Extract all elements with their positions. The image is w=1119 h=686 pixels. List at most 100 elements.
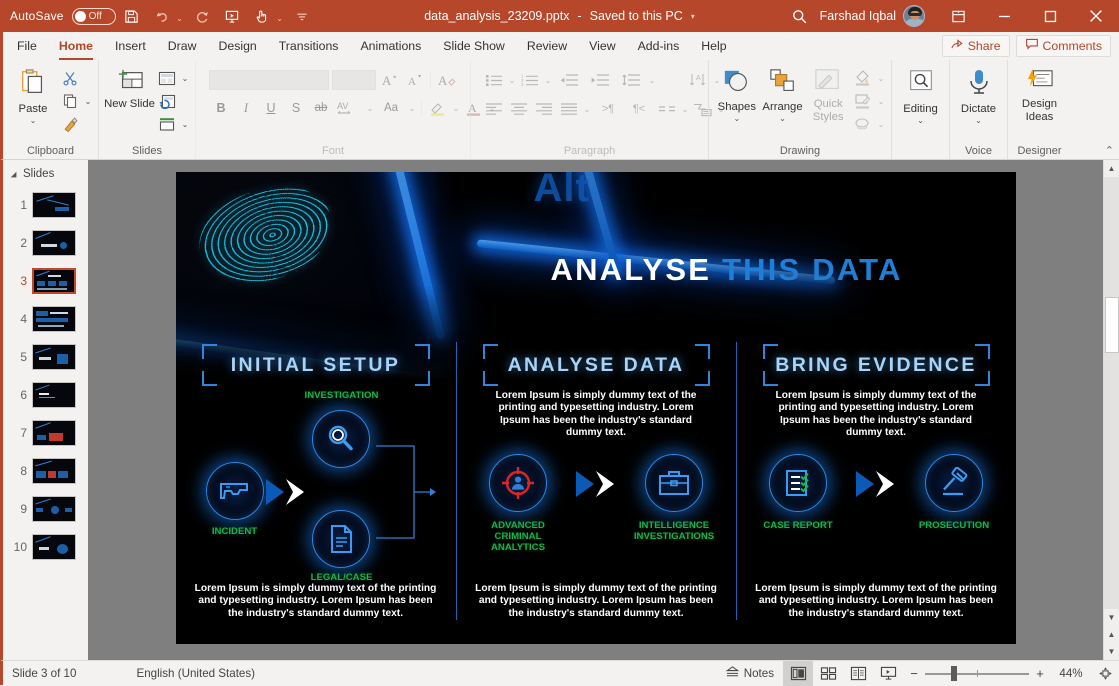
text-direction-rtl-icon[interactable]: >¶ xyxy=(593,98,623,120)
tab-draw[interactable]: Draw xyxy=(157,32,208,60)
text-highlight-caret-icon[interactable]: ⌄ xyxy=(451,104,461,113)
columns-caret-icon[interactable]: ⌄ xyxy=(680,105,690,114)
minimize-icon[interactable] xyxy=(981,0,1027,32)
line-spacing-caret-icon[interactable]: ⌄ xyxy=(647,76,657,85)
avatar[interactable] xyxy=(903,5,925,27)
share-button[interactable]: Share xyxy=(942,35,1010,57)
thumbnail-preview[interactable] xyxy=(32,420,76,446)
thumbnail-preview[interactable] xyxy=(32,268,76,294)
bullets-caret-icon[interactable]: ⌄ xyxy=(507,76,517,85)
thumbnail-preview[interactable] xyxy=(32,192,76,218)
comments-button[interactable]: Comments xyxy=(1016,35,1111,57)
numbering-icon[interactable]: 123 xyxy=(518,69,542,91)
tab-home[interactable]: Home xyxy=(48,32,104,60)
copy-icon[interactable] xyxy=(58,90,82,112)
list-item[interactable]: 1 xyxy=(3,186,88,224)
bold-button[interactable]: B xyxy=(209,97,233,119)
normal-view-icon[interactable] xyxy=(783,661,813,686)
slide-sorter-icon[interactable] xyxy=(813,661,843,686)
dictate-caret-icon[interactable]: ⌄ xyxy=(975,116,982,125)
paste-button[interactable]: Paste ⌄ xyxy=(8,65,58,125)
close-icon[interactable] xyxy=(1073,0,1119,32)
collapse-ribbon-icon[interactable]: ⌃ xyxy=(1105,144,1114,157)
tab-file[interactable]: File xyxy=(6,32,48,60)
list-item[interactable]: 3 xyxy=(3,262,88,300)
decrease-indent-icon[interactable] xyxy=(554,69,584,91)
character-spacing-caret-icon[interactable]: ⌄ xyxy=(365,104,375,113)
column-2-bottom-paragraph[interactable]: Lorem Ipsum is simply dummy text of the … xyxy=(457,583,736,620)
list-item[interactable]: 7 xyxy=(3,414,88,452)
underline-button[interactable]: U xyxy=(259,97,283,119)
columns-icon[interactable] xyxy=(655,98,679,120)
scroll-down-icon[interactable]: ▼ xyxy=(1104,609,1119,626)
font-size-input[interactable] xyxy=(332,70,376,90)
scrollbar-thumb[interactable] xyxy=(1105,297,1119,353)
shape-fill-caret-icon[interactable]: ⌄ xyxy=(876,74,886,83)
copy-dropdown-caret-icon[interactable]: ⌄ xyxy=(83,97,93,106)
column-1-heading[interactable]: INITIAL SETUP xyxy=(231,354,401,377)
bullets-icon[interactable] xyxy=(482,69,506,91)
thumbnail-preview[interactable] xyxy=(32,458,76,484)
column-3-heading[interactable]: BRING EVIDENCE xyxy=(775,354,977,377)
slide-show-icon[interactable] xyxy=(873,661,903,686)
dictate-button[interactable]: Dictate ⌄ xyxy=(955,65,1002,125)
thumbnail-preview[interactable] xyxy=(32,382,76,408)
align-right-icon[interactable] xyxy=(532,98,556,120)
numbering-caret-icon[interactable]: ⌄ xyxy=(543,76,553,85)
shape-outline-icon[interactable] xyxy=(851,90,875,112)
zoom-out-button[interactable]: − xyxy=(903,666,925,681)
text-direction-ltr-icon[interactable]: ¶< xyxy=(624,98,654,120)
slide-counter[interactable]: Slide 3 of 10 xyxy=(3,667,76,680)
tab-transitions[interactable]: Transitions xyxy=(268,32,350,60)
shape-outline-caret-icon[interactable]: ⌄ xyxy=(876,97,886,106)
justify-caret-icon[interactable]: ⌄ xyxy=(582,105,592,114)
user-name-label[interactable]: Farshad Iqbal xyxy=(820,9,896,23)
column-1-bottom-paragraph[interactable]: Lorem Ipsum is simply dummy text of the … xyxy=(176,583,456,620)
customize-quick-access-icon[interactable] xyxy=(288,3,316,29)
undo-dropdown-caret-icon[interactable]: ⌄ xyxy=(174,3,186,29)
strikethrough-button[interactable]: ab xyxy=(309,97,333,119)
line-spacing-icon[interactable] xyxy=(616,69,646,91)
paste-dropdown-caret-icon[interactable]: ⌄ xyxy=(30,116,37,125)
font-name-input[interactable] xyxy=(209,70,329,90)
scrollbar-track[interactable] xyxy=(1104,177,1119,609)
reading-view-icon[interactable] xyxy=(843,661,873,686)
zoom-in-button[interactable]: + xyxy=(1029,666,1051,681)
column-2-heading[interactable]: ANALYSE DATA xyxy=(508,354,685,377)
shapes-button[interactable]: Shapes ⌄ xyxy=(714,65,760,123)
list-item[interactable]: 2 xyxy=(3,224,88,262)
slide-layout-icon[interactable] xyxy=(155,67,179,89)
section-icon[interactable] xyxy=(155,113,179,135)
language-indicator[interactable]: English (United States) xyxy=(76,667,255,680)
column-3-top-paragraph[interactable]: Lorem Ipsum is simply dummy text of the … xyxy=(745,388,1008,440)
clear-formatting-icon[interactable]: A xyxy=(435,69,459,91)
search-icon[interactable] xyxy=(780,0,820,32)
grow-font-icon[interactable]: A xyxy=(377,69,401,91)
italic-button[interactable]: I xyxy=(234,97,258,119)
notes-button[interactable]: Notes xyxy=(716,661,783,686)
thumbnail-preview[interactable] xyxy=(32,306,76,332)
justify-icon[interactable] xyxy=(557,98,581,120)
editing-caret-icon[interactable]: ⌄ xyxy=(917,116,924,125)
list-item[interactable]: 9 xyxy=(3,490,88,528)
change-case-button[interactable]: Aa xyxy=(376,97,406,119)
editing-button[interactable]: Editing ⌄ xyxy=(897,65,944,125)
align-left-icon[interactable] xyxy=(482,98,506,120)
shapes-caret-icon[interactable]: ⌄ xyxy=(733,114,740,123)
previous-slide-icon[interactable]: ▲ xyxy=(1104,626,1119,643)
restore-icon[interactable] xyxy=(1027,0,1073,32)
shape-effects-icon[interactable] xyxy=(851,113,875,135)
tab-animations[interactable]: Animations xyxy=(349,32,432,60)
start-presentation-icon[interactable] xyxy=(218,3,246,29)
tab-slide-show[interactable]: Slide Show xyxy=(432,32,516,60)
tab-help[interactable]: Help xyxy=(690,32,737,60)
tab-design[interactable]: Design xyxy=(207,32,267,60)
reset-slide-icon[interactable] xyxy=(155,90,179,112)
thumbnail-preview[interactable] xyxy=(32,534,76,560)
list-item[interactable]: 6 xyxy=(3,376,88,414)
tab-add-ins[interactable]: Add-ins xyxy=(627,32,691,60)
undo-icon[interactable] xyxy=(148,3,176,29)
touch-mode-icon[interactable] xyxy=(248,3,276,29)
quick-styles-button[interactable]: Quick Styles xyxy=(805,65,851,124)
text-shadow-button[interactable]: S xyxy=(284,97,308,119)
